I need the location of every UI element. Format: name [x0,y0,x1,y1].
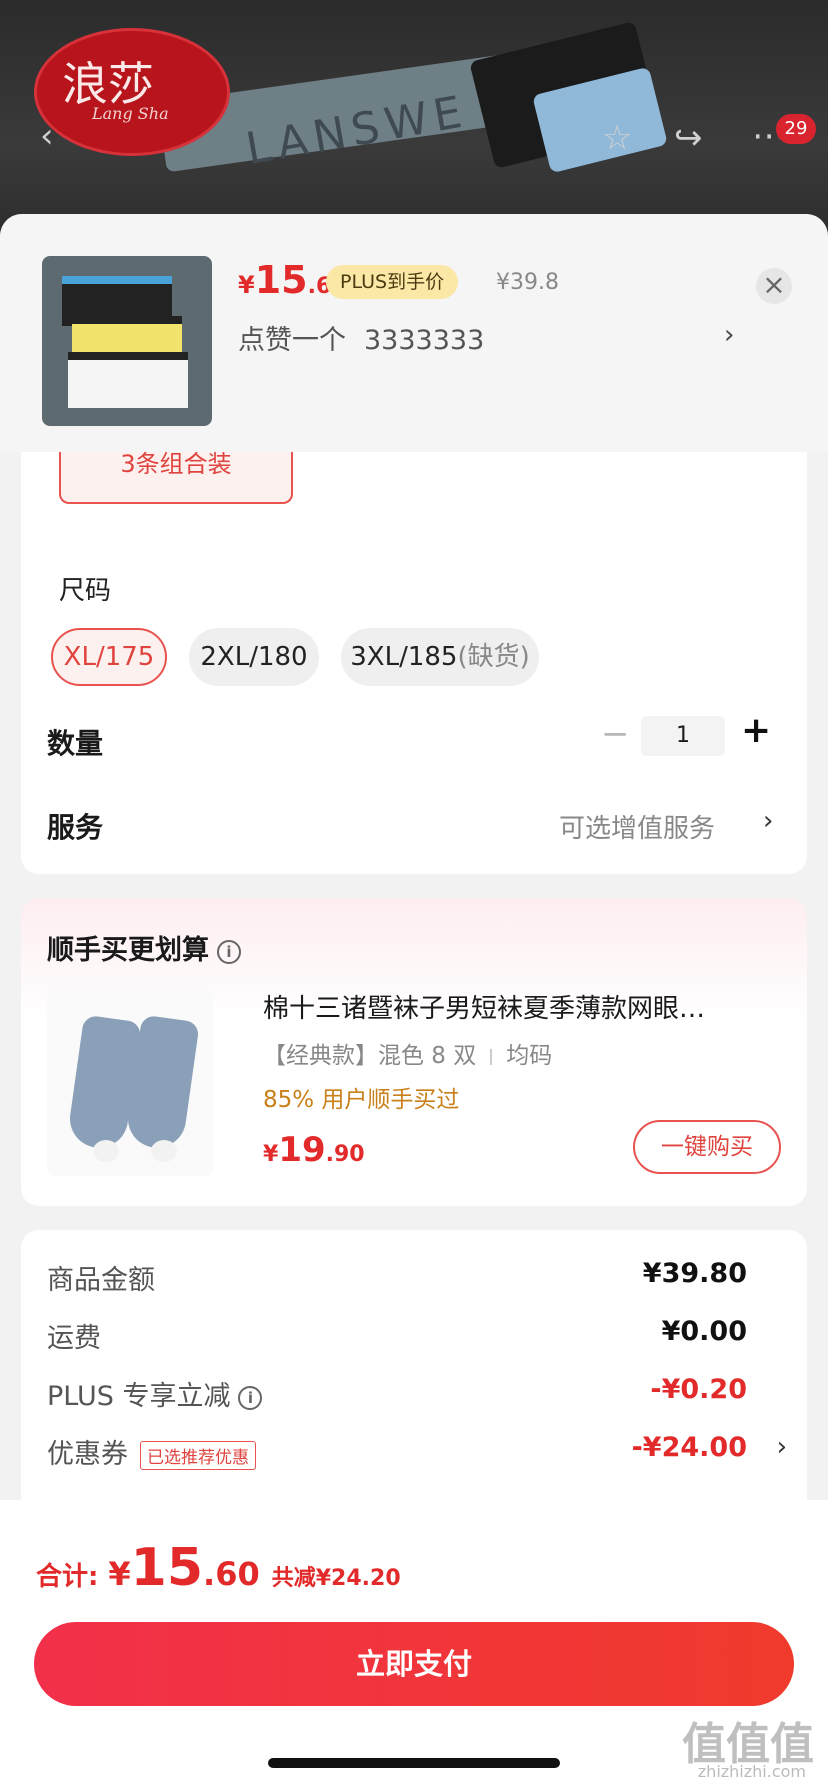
summary-value: ¥0.00 [661,1316,747,1347]
total-price: 合计: ¥ 15 .60 共减¥24.20 [36,1538,401,1598]
summary-row-coupon[interactable]: 优惠券 已选推荐优惠 -¥24.00 › [47,1432,787,1472]
one-click-buy-button[interactable]: 一键购买 [633,1120,781,1174]
size-option-3xl[interactable]: 3XL/185(缺货) [341,628,539,686]
total-decimal: .60 [203,1555,260,1593]
price-currency: ¥ [238,271,255,299]
chevron-right-icon[interactable]: › [724,320,734,350]
info-icon[interactable]: i [217,939,241,964]
close-button[interactable]: × [756,268,792,304]
summary-row-plus-discount: PLUS 专享立减 i -¥0.20 [47,1374,787,1414]
home-indicator[interactable] [268,1758,560,1768]
cart-badge: 29 [776,114,816,144]
bundle-title: 顺手买更划算 i [47,928,241,967]
size-option-label: 3XL/185 [350,642,458,672]
quantity-input[interactable]: 1 [641,716,725,756]
summary-row-goods: 商品金额 ¥39.80 [47,1258,787,1298]
size-option-2xl[interactable]: 2XL/180 [189,628,319,686]
summary-label: 商品金额 [47,1265,155,1296]
sheet-header: ¥ 15 .6 PLUS到手价 ¥39.8 × 点赞一个 3333333 › [0,214,828,452]
bundle-card: 顺手买更划算 i 棉十三诸暨袜子男短袜夏季薄款网眼… 【经典款】混色 8 双均码 … [21,898,807,1206]
bundle-product-spec: 【经典款】混色 8 双 均码 [263,1036,552,1070]
bundle-buyers-note: 85% 用户顺手买过 [263,1087,460,1113]
product-thumbnail[interactable] [42,256,212,426]
bundle-spec-size: 均码 [506,1043,553,1069]
pay-now-button[interactable]: 立即支付 [34,1622,794,1706]
summary-value: -¥0.20 [650,1374,747,1405]
like-text: 点赞一个 [238,325,346,356]
product-hero: LANSWE 浪莎 Lang Sha ‹ ☆ ↪ ⋯ 29 [0,0,828,240]
checkout-bar: 合计: ¥ 15 .60 共减¥24.20 立即支付 值值值 zhizhizhi… [0,1500,828,1792]
total-currency: ¥ [108,1555,131,1593]
bundle-price-decimal: .90 [325,1142,365,1167]
bundle-price-currency: ¥ [263,1142,279,1167]
size-option-label: XL/175 [63,642,155,672]
info-icon[interactable]: i [238,1385,263,1410]
summary-label: 运费 [47,1323,101,1354]
sku-price: ¥ 15 .6 [238,258,331,302]
bundle-product-name[interactable]: 棉十三诸暨袜子男短袜夏季薄款网眼… [263,988,783,1025]
bundle-price: ¥ 19 .90 [263,1130,365,1170]
chevron-right-icon[interactable]: › [763,806,773,836]
bundle-title-text: 顺手买更划算 [47,935,209,966]
bundle-price-integer: 19 [278,1130,326,1170]
coupon-tag: 已选推荐优惠 [140,1441,256,1470]
quantity-increase-button[interactable]: + [741,710,771,751]
summary-row-shipping: 运费 ¥0.00 [47,1316,787,1356]
like-number: 3333333 [364,325,485,356]
original-price: ¥39.8 [496,270,559,295]
back-icon[interactable]: ‹ [40,116,54,156]
quantity-label: 数量 [47,727,104,760]
plus-price-tag: PLUS到手价 [326,265,459,299]
service-value[interactable]: 可选增值服务 [559,808,715,845]
summary-value: ¥39.80 [642,1258,747,1289]
star-icon[interactable]: ☆ [602,118,632,158]
total-integer: 15 [130,1538,204,1598]
like-row[interactable]: 点赞一个 3333333 [238,318,484,357]
watermark-url: zhizhizhi.com [697,1762,806,1781]
total-label: 合计: [36,1562,99,1592]
out-of-stock-note: (缺货) [457,642,530,672]
brand-logo-sub: Lang Sha [92,104,169,123]
summary-label: PLUS 专享立减 [47,1381,231,1412]
total-discount: 共减¥24.20 [271,1566,401,1591]
size-label: 尺码 [59,576,112,606]
summary-label: 优惠券 [47,1439,128,1470]
share-icon[interactable]: ↪ [674,118,703,158]
bundle-product-image[interactable] [47,990,213,1176]
size-option-label: 2XL/180 [200,642,308,672]
size-option-xl[interactable]: XL/175 [51,628,167,686]
summary-value: -¥24.00 [631,1432,747,1463]
chevron-right-icon[interactable]: › [777,1432,787,1462]
quantity-decrease-button[interactable]: − [601,714,630,754]
bundle-spec-style: 【经典款】混色 8 双 [263,1043,477,1069]
price-integer: 15 [254,258,308,302]
service-label: 服务 [47,811,104,844]
